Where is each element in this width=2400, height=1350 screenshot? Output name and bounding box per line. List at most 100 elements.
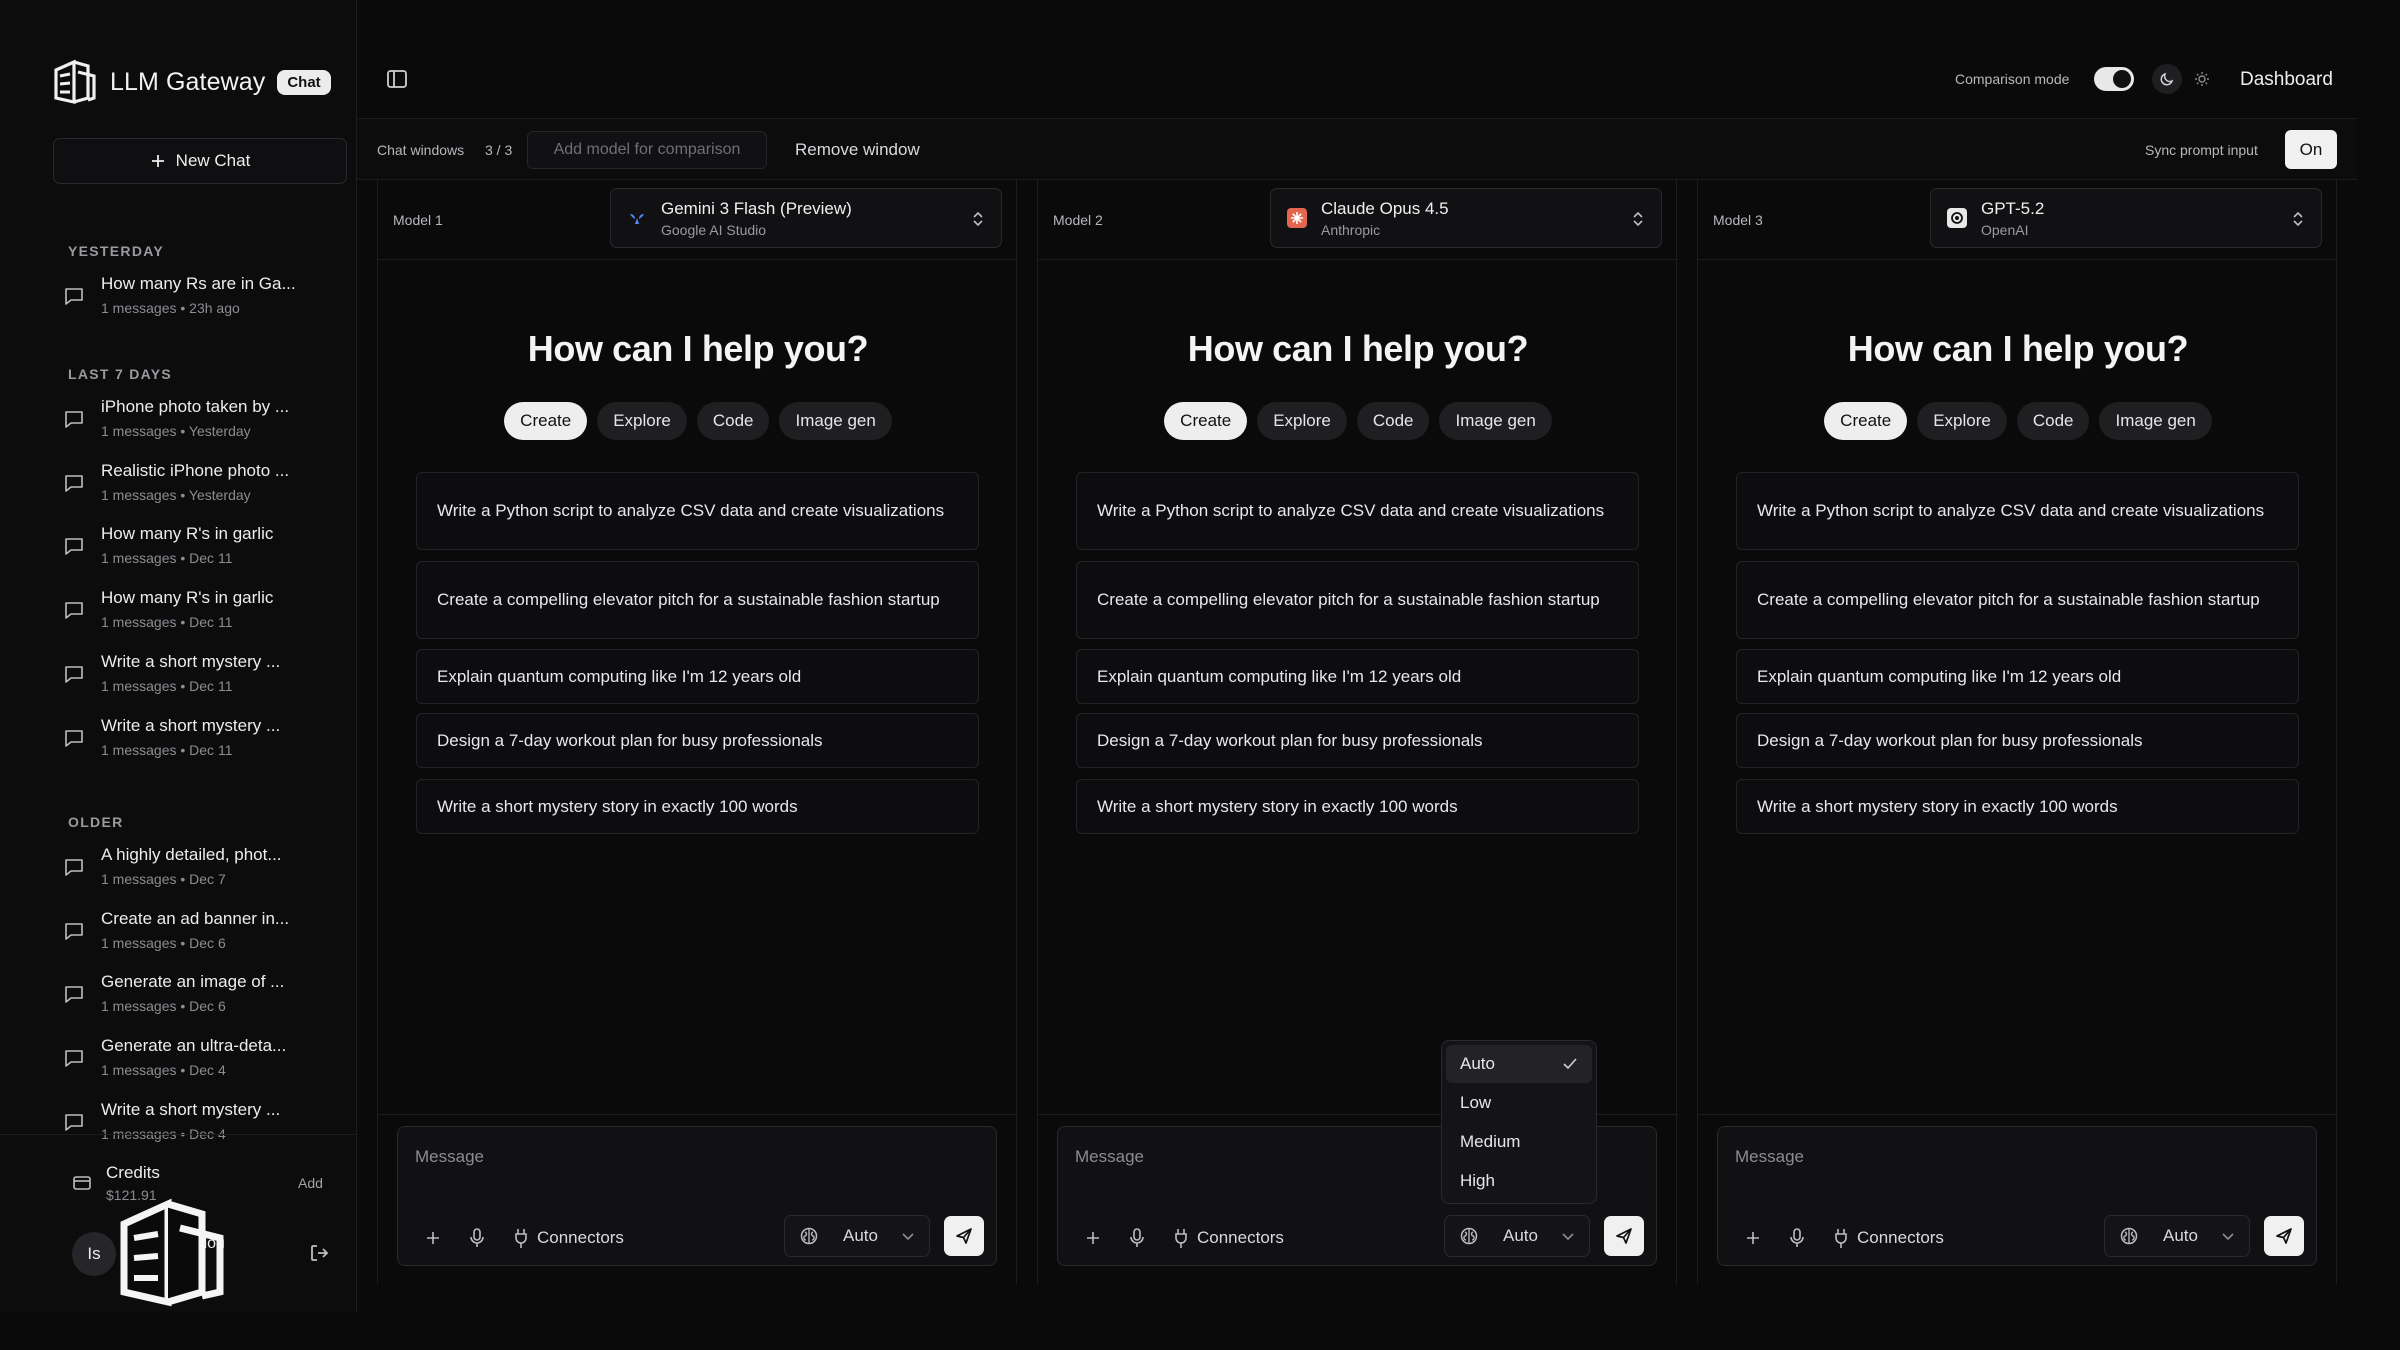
- send-button[interactable]: [2264, 1216, 2304, 1256]
- chat-title: How many R's in garlic: [101, 524, 274, 544]
- category-chips: Create Explore Code Image gen: [1698, 402, 2338, 440]
- category-chip[interactable]: Create: [1824, 402, 1908, 440]
- brand[interactable]: LLM Gateway Chat: [52, 58, 331, 106]
- comparison-mode-toggle[interactable]: [2094, 67, 2134, 91]
- plus-icon: [151, 155, 164, 167]
- microphone-icon[interactable]: [1128, 1227, 1146, 1249]
- chat-history-item[interactable]: Write a short mystery ... 1 messages • D…: [58, 652, 348, 704]
- category-chip[interactable]: Explore: [1917, 402, 2007, 440]
- sidebar-divider: [0, 1134, 357, 1135]
- effort-select[interactable]: Auto: [2104, 1215, 2250, 1257]
- message-input[interactable]: Message: [1075, 1147, 1144, 1167]
- chat-title: How many Rs are in Ga...: [101, 274, 296, 293]
- logout-icon[interactable]: [308, 1242, 330, 1264]
- suggestion-card[interactable]: Design a 7-day workout plan for busy pro…: [1736, 713, 2299, 768]
- category-chip[interactable]: Create: [504, 402, 588, 440]
- section-title: YESTERDAY: [68, 243, 164, 259]
- chat-history-item[interactable]: Generate an image of ... 1 messages • De…: [58, 972, 348, 1024]
- category-chip[interactable]: Image gen: [2099, 402, 2212, 440]
- new-chat-button[interactable]: New Chat: [53, 138, 347, 184]
- effort-value: Auto: [843, 1226, 878, 1245]
- category-chip[interactable]: Image gen: [779, 402, 892, 440]
- chat-history-item[interactable]: How many Rs are in Ga... 1 messages • 23…: [58, 274, 348, 326]
- plus-icon[interactable]: [424, 1229, 442, 1247]
- suggestion-card[interactable]: Explain quantum computing like I'm 12 ye…: [416, 649, 979, 704]
- model-selector[interactable]: Gemini 3 Flash (Preview) Google AI Studi…: [610, 188, 1002, 248]
- microphone-icon[interactable]: [468, 1227, 486, 1249]
- suggestion-card[interactable]: Write a Python script to analyze CSV dat…: [1076, 472, 1639, 550]
- suggestion-card[interactable]: Design a 7-day workout plan for busy pro…: [416, 713, 979, 768]
- effort-option-medium[interactable]: Medium: [1446, 1123, 1592, 1161]
- category-chip[interactable]: Explore: [1257, 402, 1347, 440]
- category-chip[interactable]: Explore: [597, 402, 687, 440]
- send-button[interactable]: [944, 1216, 984, 1256]
- effort-select[interactable]: Auto: [1444, 1215, 1590, 1257]
- connectors-button[interactable]: Connectors: [537, 1228, 624, 1248]
- llm-gateway-watermark-logo: [120, 1198, 224, 1307]
- model-provider: OpenAI: [1981, 221, 2029, 238]
- chat-history-item[interactable]: How many R's in garlic 1 messages • Dec …: [58, 588, 348, 640]
- chat-panel: Model 3 GPT-5.2 OpenAI How can I help yo…: [1697, 180, 2338, 1284]
- category-chip[interactable]: Create: [1164, 402, 1248, 440]
- sync-prompt-toggle[interactable]: On: [2285, 130, 2337, 169]
- dashboard-link[interactable]: Dashboard: [2240, 69, 2333, 91]
- plus-icon[interactable]: [1744, 1229, 1762, 1247]
- avatar: Is: [72, 1232, 116, 1276]
- chat-history-item[interactable]: Realistic iPhone photo ... 1 messages • …: [58, 461, 348, 513]
- connectors-button[interactable]: Connectors: [1857, 1228, 1944, 1248]
- chat-history-item[interactable]: Write a short mystery ... 1 messages • D…: [58, 716, 348, 768]
- chat-title: How many R's in garlic: [101, 588, 274, 608]
- message-composer[interactable]: Message Connectors Auto: [397, 1126, 997, 1266]
- chat-bubble-icon: [65, 1113, 83, 1131]
- suggestion-card[interactable]: Write a Python script to analyze CSV dat…: [416, 472, 979, 550]
- chat-history-item[interactable]: A highly detailed, phot... 1 messages • …: [58, 845, 348, 897]
- light-theme-button[interactable]: [2189, 66, 2215, 92]
- sidebar-toggle-icon[interactable]: [385, 68, 409, 90]
- suggestion-card[interactable]: Write a short mystery story in exactly 1…: [1076, 779, 1639, 834]
- message-composer[interactable]: Message Connectors Auto: [1717, 1126, 2317, 1266]
- chat-history-item[interactable]: iPhone photo taken by ... 1 messages • Y…: [58, 397, 348, 449]
- category-chip[interactable]: Code: [1356, 402, 1430, 440]
- category-chip[interactable]: Code: [2016, 402, 2090, 440]
- model-provider: Google AI Studio: [661, 221, 767, 238]
- model-selector[interactable]: Claude Opus 4.5 Anthropic: [1270, 188, 1662, 248]
- suggestion-card[interactable]: Explain quantum computing like I'm 12 ye…: [1076, 649, 1639, 704]
- suggestion-card[interactable]: Create a compelling elevator pitch for a…: [416, 561, 979, 639]
- effort-option-low[interactable]: Low: [1446, 1084, 1592, 1122]
- chat-history-item[interactable]: Write a short mystery ... 1 messages • D…: [58, 1100, 348, 1152]
- message-input[interactable]: Message: [415, 1147, 484, 1167]
- effort-select[interactable]: Auto: [784, 1215, 930, 1257]
- chat-history-item[interactable]: How many R's in garlic 1 messages • Dec …: [58, 524, 348, 576]
- plus-icon[interactable]: [1084, 1229, 1102, 1247]
- model-name: Gemini 3 Flash (Preview): [661, 198, 852, 218]
- model-slot-label: Model 1: [393, 212, 443, 228]
- effort-option-high[interactable]: High: [1446, 1162, 1592, 1200]
- chat-history-item[interactable]: Generate an ultra-deta... 1 messages • D…: [58, 1036, 348, 1088]
- suggestion-card[interactable]: Write a Python script to analyze CSV dat…: [1736, 472, 2299, 550]
- dark-theme-button[interactable]: [2152, 64, 2182, 94]
- add-credits-link[interactable]: Add: [298, 1175, 323, 1191]
- moon-icon: [2160, 72, 2174, 86]
- suggestion-card[interactable]: Design a 7-day workout plan for busy pro…: [1076, 713, 1639, 768]
- add-model-button[interactable]: Add model for comparison: [527, 131, 767, 169]
- greeting-heading: How can I help you?: [1187, 328, 1529, 369]
- suggestion-card[interactable]: Write a short mystery story in exactly 1…: [1736, 779, 2299, 834]
- remove-window-button[interactable]: Remove window: [795, 140, 920, 160]
- app-root: LLM Gateway Chat New Chat YESTERDAY How …: [0, 0, 2400, 1350]
- category-chip[interactable]: Image gen: [1439, 402, 1552, 440]
- send-button[interactable]: [1604, 1216, 1644, 1256]
- panel-divider: [378, 1114, 1018, 1115]
- suggestion-card[interactable]: Write a short mystery story in exactly 1…: [416, 779, 979, 834]
- message-input[interactable]: Message: [1735, 1147, 1804, 1167]
- microphone-icon[interactable]: [1788, 1227, 1806, 1249]
- chat-history-item[interactable]: Create an ad banner in... 1 messages • D…: [58, 909, 348, 961]
- chat-panel: Model 1 Gemini 3 Flash (Preview) Google …: [377, 180, 1018, 1284]
- suggestion-card[interactable]: Create a compelling elevator pitch for a…: [1736, 561, 2299, 639]
- connectors-button[interactable]: Connectors: [1197, 1228, 1284, 1248]
- category-chip[interactable]: Code: [696, 402, 770, 440]
- model-selector[interactable]: GPT-5.2 OpenAI: [1930, 188, 2322, 248]
- comparison-mode-label: Comparison mode: [1955, 71, 2070, 87]
- suggestion-card[interactable]: Create a compelling elevator pitch for a…: [1076, 561, 1639, 639]
- suggestion-card[interactable]: Explain quantum computing like I'm 12 ye…: [1736, 649, 2299, 704]
- effort-option-auto[interactable]: Auto: [1446, 1045, 1592, 1083]
